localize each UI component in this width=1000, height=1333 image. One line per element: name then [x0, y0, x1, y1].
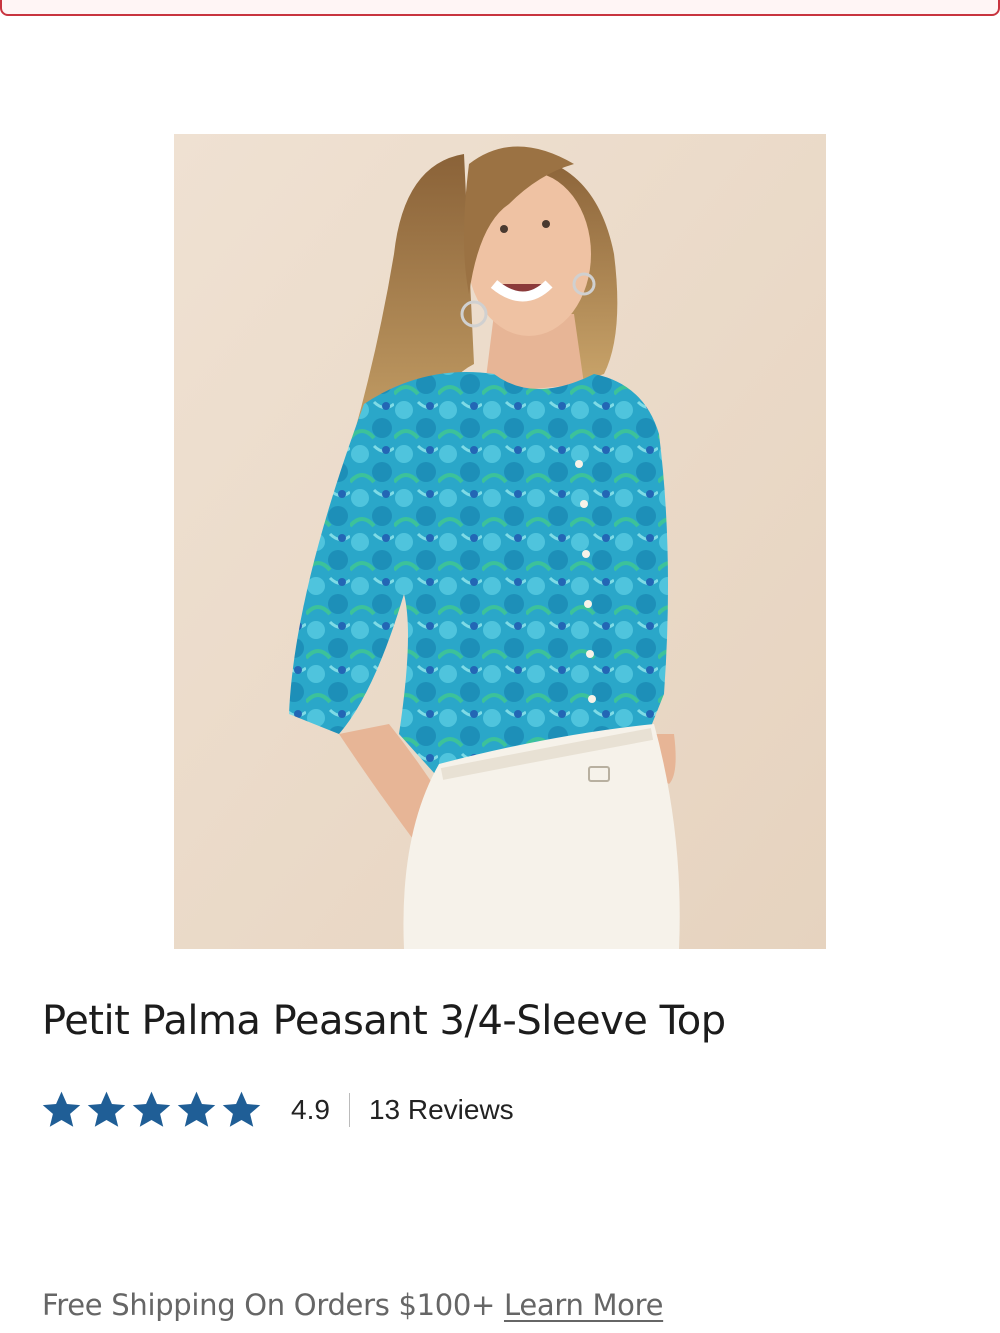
alert-banner [0, 0, 1000, 16]
star-icon [42, 1091, 81, 1127]
rating-divider [348, 1093, 350, 1127]
rating-stars [40, 1089, 263, 1131]
star-icon [87, 1091, 126, 1127]
star-icon [177, 1091, 216, 1127]
shipping-text: Free Shipping On Orders $100+ [42, 1288, 496, 1322]
star-icon [132, 1091, 171, 1127]
shipping-banner: Free Shipping On Orders $100+ Learn More [42, 1288, 663, 1322]
learn-more-link[interactable]: Learn More [504, 1288, 663, 1322]
product-photo [174, 134, 826, 949]
product-image[interactable] [174, 134, 826, 949]
rating-value: 4.9 [291, 1094, 330, 1125]
rating-summary[interactable]: 4.9 13 Reviews [40, 1088, 514, 1132]
product-title: Petit Palma Peasant 3/4-Sleeve Top [42, 998, 726, 1044]
star-icon [222, 1091, 261, 1127]
reviews-link[interactable]: 13 Reviews [369, 1094, 514, 1126]
